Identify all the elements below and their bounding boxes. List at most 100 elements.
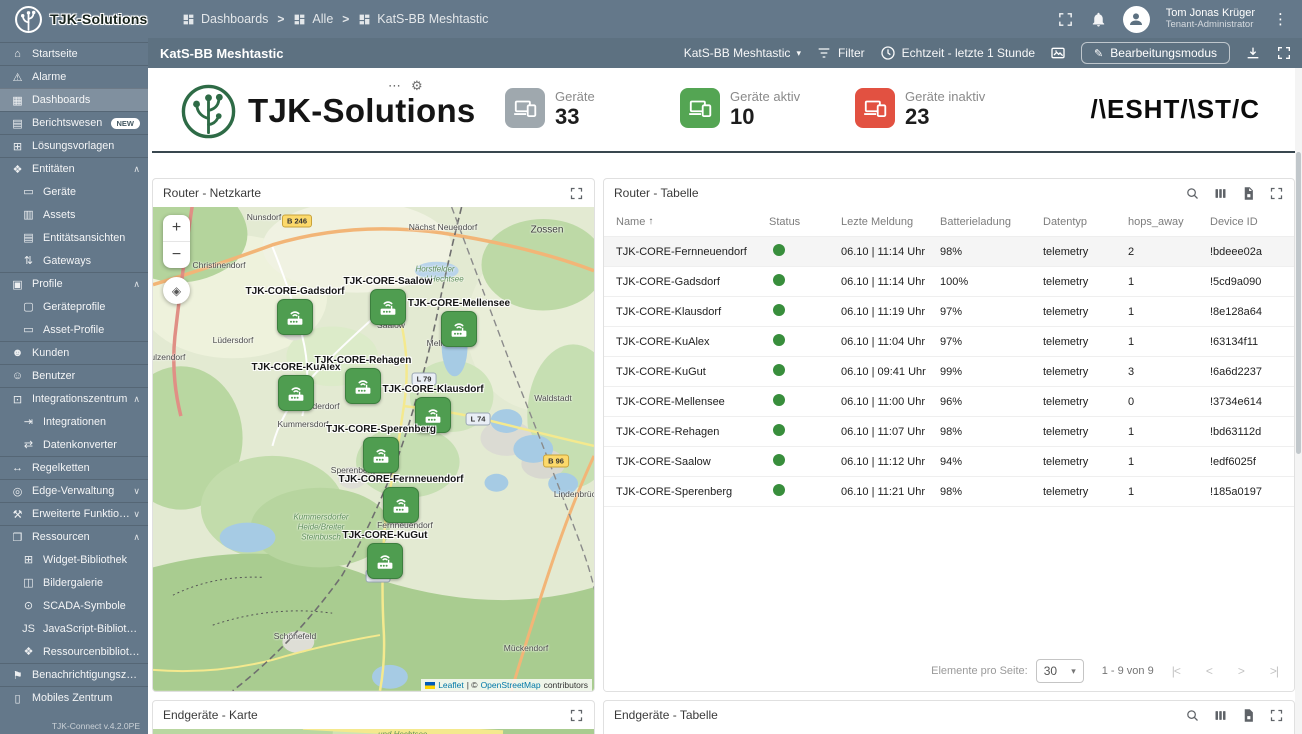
filter-button[interactable]: Filter [816,45,865,61]
columns-icon[interactable] [1213,186,1228,201]
column-header-name[interactable]: Name↑ [616,216,769,228]
toolbar-actions: KatS-BB Meshtastic ▾ Filter Echtzeit - l… [684,42,1302,64]
sidebar-item-benachrichtigungszentrale[interactable]: ⚑Benachrichtigungszentrale [0,663,148,686]
column-header-hops-away[interactable]: hops_away [1128,216,1210,228]
column-header-lezte-meldung[interactable]: Lezte Meldung [841,216,940,228]
router-map[interactable]: + − ◈ Leaflet | © OpenStreetMap contribu… [153,207,594,692]
page-size-select[interactable]: 30 ▾ [1036,659,1084,683]
table-row[interactable]: TJK-CORE-Fernneuendorf06.10 | 11:14 Uhr9… [604,237,1294,267]
table-row[interactable]: TJK-CORE-Sperenberg06.10 | 11:21 Uhr98%t… [604,477,1294,507]
stat-2: Geräte inaktiv23 [855,88,1030,130]
fullscreen-icon[interactable] [1057,11,1074,28]
more-options-kebab-icon[interactable]: ⋮ [1271,10,1290,28]
sidebar-item-integrationszentrum[interactable]: ⊡Integrationszentrum∧ [0,387,148,410]
sidebar-item-berichtswesen[interactable]: ▤BerichtswesenNEW [0,111,148,134]
image-gallery-button-icon[interactable] [1050,45,1066,61]
map-marker-tjk-core-fernneuendorf[interactable] [383,487,419,523]
widget-fullscreen-icon[interactable] [1269,186,1284,201]
first-page-button[interactable]: |< [1172,664,1180,678]
dashboard-fullscreen-icon[interactable] [1276,45,1292,61]
map-marker-tjk-core-kualex[interactable] [278,375,314,411]
resources-library-icon: ❖ [21,645,36,658]
sidebar-item-entitaetsansichten[interactable]: ▤Entitätsansichten [0,226,148,249]
map-marker-tjk-core-kugut[interactable] [367,543,403,579]
prev-page-button[interactable]: < [1206,664,1212,678]
breadcrumb-item-kats-bb-meshtastic[interactable]: KatS-BB Meshtastic [358,12,488,26]
map-marker-tjk-core-sperenberg[interactable] [363,437,399,473]
scrollbar-thumb[interactable] [1296,152,1301,454]
sidebar-item-edge-verwaltung[interactable]: ◎Edge-Verwaltung∨ [0,479,148,502]
table-cell: 06.10 | 11:12 Uhr [841,456,940,468]
sidebar-item-geraeteprofile[interactable]: ▢Geräteprofile [0,295,148,318]
widget-more-icon[interactable]: ⋯ [388,78,401,94]
last-page-button[interactable]: >| [1270,664,1278,678]
map-marker-tjk-core-rehagen[interactable] [345,368,381,404]
search-icon[interactable] [1185,186,1200,201]
next-page-button[interactable]: > [1238,664,1244,678]
breadcrumb-item-alle[interactable]: Alle [293,12,333,26]
edit-mode-button[interactable]: ✎ Bearbeitungsmodus [1081,42,1230,64]
sidebar-item-ressourcenbibliothek[interactable]: ❖Ressourcenbibliothek [0,640,148,663]
table-row[interactable]: TJK-CORE-Mellensee06.10 | 11:00 Uhr96%te… [604,387,1294,417]
sidebar-item-mobiles-zentrum[interactable]: ▯Mobiles Zentrum [0,686,148,709]
table-row[interactable]: TJK-CORE-Klausdorf06.10 | 11:19 Uhr97%te… [604,297,1294,327]
notifications-bell-icon[interactable] [1090,11,1107,28]
sidebar-item-benutzer[interactable]: ☺Benutzer [0,364,148,387]
widget-fullscreen-icon[interactable] [1269,708,1284,723]
leaflet-link[interactable]: Leaflet [438,680,464,690]
breadcrumb-item-dashboards[interactable]: Dashboards [182,12,268,26]
zoom-out-button[interactable]: − [163,241,190,268]
column-header-status[interactable]: Status [769,216,841,228]
column-header-device-id[interactable]: Device ID [1210,216,1294,228]
table-row[interactable]: TJK-CORE-KuGut06.10 | 09:41 Uhr99%teleme… [604,357,1294,387]
column-header-datentyp[interactable]: Datentyp [1043,216,1128,228]
sidebar-item-dashboards[interactable]: ▦Dashboards [0,88,148,111]
sidebar-item-scada-symbole[interactable]: ⊙SCADA-Symbole [0,594,148,617]
sidebar-item-startseite[interactable]: ⌂Startseite [0,42,148,65]
sidebar-item-ressourcen[interactable]: ❐Ressourcen∧ [0,525,148,548]
app-logo[interactable]: TJK-Solutions [0,5,164,34]
table-cell: 1 [1128,486,1210,498]
sidebar-item-erweiterte-funktionen[interactable]: ⚒Erweiterte Funktionen∨ [0,502,148,525]
sidebar-item-assets[interactable]: ▥Assets [0,203,148,226]
sidebar-item-datenkonverter[interactable]: ⇄Datenkonverter [0,433,148,456]
sidebar-item-widget-bibliothek[interactable]: ⊞Widget-Bibliothek [0,548,148,571]
page-scrollbar[interactable] [1295,68,1302,734]
columns-icon[interactable] [1213,708,1228,723]
sidebar-item-profile[interactable]: ▣Profile∧ [0,272,148,295]
table-row[interactable]: TJK-CORE-Rehagen06.10 | 11:07 Uhr98%tele… [604,417,1294,447]
sidebar-item-kunden[interactable]: ☻Kunden [0,341,148,364]
column-header-batterieladung[interactable]: Batterieladung [940,216,1043,228]
table-row[interactable]: TJK-CORE-KuAlex06.10 | 11:04 Uhr97%telem… [604,327,1294,357]
sidebar-item-alarme[interactable]: ⚠Alarme [0,65,148,88]
widget-fullscreen-icon[interactable] [569,186,584,201]
export-file-icon[interactable] [1241,186,1256,201]
map-marker-tjk-core-saalow[interactable] [370,289,406,325]
sidebar-item-loesungsvorlagen[interactable]: ⊞Lösungsvorlagen [0,134,148,157]
sidebar-item-regelketten[interactable]: ↔Regelketten [0,456,148,479]
table-row[interactable]: TJK-CORE-Saalow06.10 | 11:12 Uhr94%telem… [604,447,1294,477]
sidebar-item-geraete[interactable]: ▭Geräte [0,180,148,203]
zoom-in-button[interactable]: + [163,215,190,241]
export-file-icon[interactable] [1241,708,1256,723]
state-selector[interactable]: KatS-BB Meshtastic ▾ [684,46,801,60]
user-avatar[interactable] [1123,6,1150,33]
map-layers-button[interactable]: ◈ [163,277,190,304]
search-icon[interactable] [1185,708,1200,723]
sidebar-item-javascript-bibliothek[interactable]: JSJavaScript-Bibliothek [0,617,148,640]
user-info[interactable]: Tom Jonas Krüger Tenant-Administrator [1166,7,1255,31]
sidebar-item-bildergalerie[interactable]: ◫Bildergalerie [0,571,148,594]
sidebar-item-gateways[interactable]: ⇅Gateways [0,249,148,272]
map-marker-tjk-core-mellensee[interactable] [441,311,477,347]
widget-fullscreen-icon[interactable] [569,708,584,723]
map-marker-tjk-core-gadsdorf[interactable] [277,299,313,335]
sidebar-item-integrationen[interactable]: ⇥Integrationen [0,410,148,433]
table-row[interactable]: TJK-CORE-Gadsdorf06.10 | 11:14 Uhr100%te… [604,267,1294,297]
download-icon[interactable] [1245,45,1261,61]
sidebar-item-asset-profile[interactable]: ▭Asset-Profile [0,318,148,341]
timewindow-button[interactable]: Echtzeit - letzte 1 Stunde [880,45,1035,61]
osm-link[interactable]: OpenStreetMap [481,680,541,690]
endgeraete-map[interactable]: und Hechtsee [153,729,594,734]
sidebar-item-entitaeten[interactable]: ❖Entitäten∧ [0,157,148,180]
widget-settings-gear-icon[interactable]: ⚙ [411,78,423,94]
